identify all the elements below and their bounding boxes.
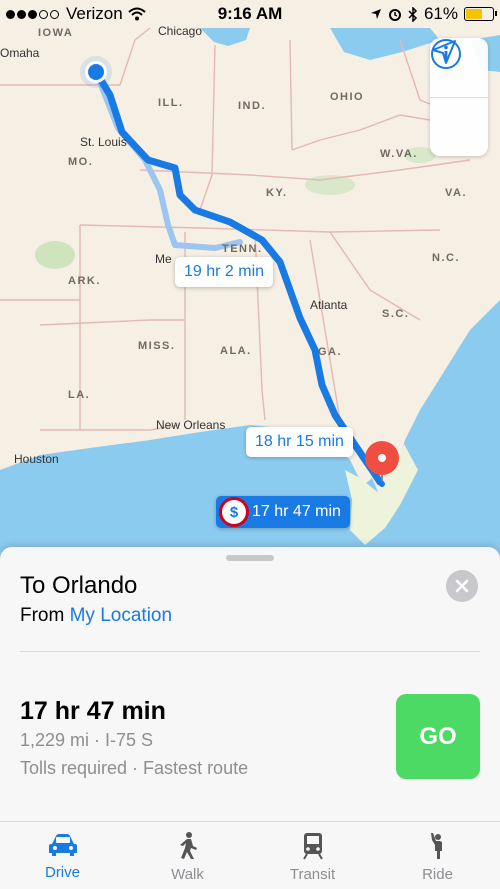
tab-label: Ride: [422, 866, 453, 883]
city-label-houston: Houston: [14, 452, 59, 466]
state-label-wva: W.VA.: [380, 148, 418, 160]
transport-tab-bar: Drive Walk Transit Ride: [0, 821, 500, 889]
sheet-grabber[interactable]: [226, 555, 274, 561]
battery-percent: 61%: [423, 4, 458, 23]
state-label-nc: N.C.: [432, 252, 460, 264]
route-notes: Tolls required · Fastest route: [20, 758, 249, 778]
route-callout-selected[interactable]: $ 17 hr 47 min: [216, 496, 350, 528]
close-button[interactable]: [446, 570, 478, 602]
state-label-tenn: TENN.: [222, 243, 263, 255]
car-icon: [48, 834, 77, 856]
tab-label: Transit: [289, 866, 336, 883]
tab-transit[interactable]: Transit: [250, 822, 375, 889]
go-button[interactable]: GO: [396, 694, 480, 779]
tab-label: Walk: [171, 866, 204, 883]
state-label-ala: ALA.: [220, 345, 252, 357]
origin-line: From My Location: [20, 605, 172, 627]
alarm-icon: [388, 9, 401, 21]
state-label-sc: S.C.: [382, 308, 410, 320]
state-label-miss: MISS.: [138, 340, 176, 352]
state-label-ark: ARK.: [68, 275, 101, 287]
route-duration: 17 hr 47 min: [20, 697, 166, 725]
ride-icon: [430, 833, 442, 859]
tab-label: Drive: [44, 864, 80, 881]
tab-ride[interactable]: Ride: [375, 822, 500, 889]
state-label-va: VA.: [445, 187, 468, 199]
close-icon: [455, 579, 469, 593]
status-bar: Verizon 9:16 AM 61%: [0, 0, 500, 28]
route-callout-alt2[interactable]: 18 hr 15 min: [246, 427, 353, 457]
battery-icon: [464, 7, 497, 21]
location-arrow-icon: [432, 40, 456, 64]
divider: [20, 651, 480, 652]
from-prefix: From: [20, 605, 65, 626]
state-label-iowa: IOWA: [38, 27, 74, 39]
city-label-new-orleans: New Orleans: [156, 418, 226, 432]
tab-walk[interactable]: Walk: [125, 822, 250, 889]
location-services-icon: [370, 9, 381, 19]
train-icon: [302, 833, 323, 860]
toll-dollar-icon: $: [222, 500, 246, 524]
route-callout-alt1[interactable]: 19 hr 2 min: [175, 257, 274, 287]
state-label-ky: KY.: [266, 187, 288, 199]
map-view[interactable]: IOWA ILL. IND. OHIO MO. W.VA. KY. VA. TE…: [0, 0, 500, 560]
state-label-ohio: OHIO: [330, 91, 365, 103]
route-callout-label: 17 hr 47 min: [252, 503, 341, 520]
city-label-st-louis: St. Louis: [80, 135, 127, 149]
walk-icon: [179, 832, 197, 859]
state-label-la: LA.: [68, 389, 91, 401]
state-label-ga: GA.: [318, 346, 343, 358]
city-label-atlanta: Atlanta: [310, 298, 348, 312]
city-label-omaha: Omaha: [0, 46, 40, 60]
state-label-ill: ILL.: [158, 97, 184, 109]
bluetooth-icon: [408, 6, 418, 22]
state-label-ind: IND.: [238, 100, 266, 112]
route-callout-label: 18 hr 15 min: [255, 433, 344, 450]
route-callout-label: 19 hr 2 min: [184, 263, 265, 280]
tab-drive[interactable]: Drive: [0, 822, 125, 889]
map-controls: [430, 38, 488, 156]
route-distance: 1,229 mi · I-75 S: [20, 730, 154, 750]
destination-title: To Orlando: [20, 572, 138, 599]
state-label-mo: MO.: [68, 156, 94, 168]
my-location-link[interactable]: My Location: [70, 605, 172, 626]
city-label-memphis: Me: [155, 252, 172, 266]
current-location-button[interactable]: [430, 40, 488, 156]
